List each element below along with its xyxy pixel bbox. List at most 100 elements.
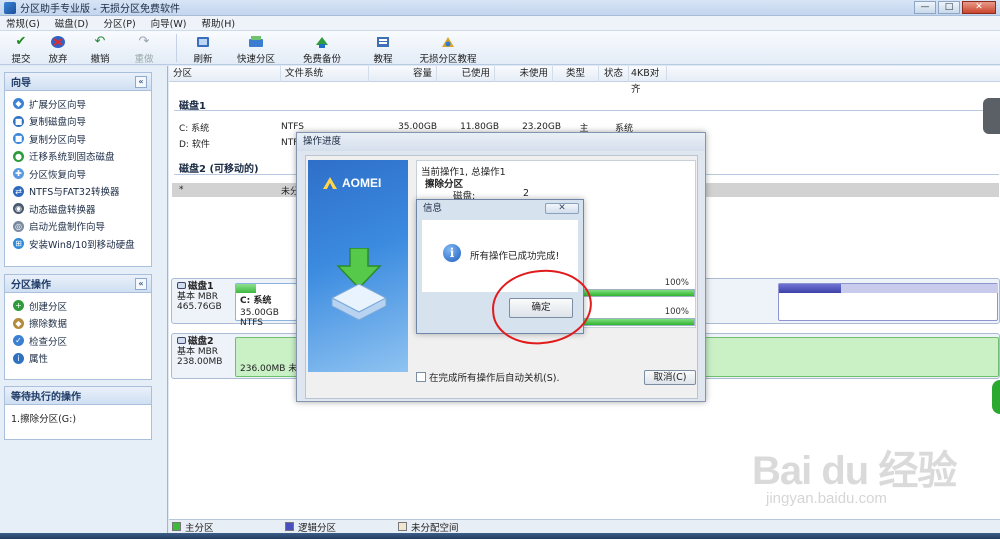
progress1-label: 100% (664, 278, 689, 288)
side-widget[interactable] (983, 98, 1000, 134)
pending-ops-title: 等待执行的操作 (11, 392, 81, 403)
recovery-icon: ✚ (13, 168, 24, 180)
partition-row-unallocated[interactable]: * 未分 (179, 183, 311, 197)
info-message: 所有操作已成功完成! (470, 251, 560, 262)
backup-icon (314, 34, 330, 49)
disk2-info: 磁盘2 基本 MBR 238.00MB (177, 336, 223, 367)
col-capacity[interactable]: 容量 (369, 65, 437, 82)
col-type[interactable]: 类型 (553, 65, 599, 82)
close-button[interactable]: ✕ (962, 1, 996, 14)
partition-table-header: 分区 文件系统 容量 已使用 未使用 类型 状态 4KB对齐 (169, 65, 1000, 95)
window-title: 分区助手专业版 - 无损分区免费软件 (20, 4, 180, 15)
op-create-partition[interactable]: + 创建分区 (5, 297, 151, 315)
windows-icon: ⊞ (13, 238, 24, 250)
refresh-icon (195, 34, 211, 49)
disk2-label: 磁盘2 (可移动的) (179, 164, 259, 175)
legend-logical: 逻辑分区 (285, 520, 395, 534)
partition-c-usage-bar (236, 284, 256, 293)
menu-help[interactable]: 帮助(H) (201, 16, 235, 30)
migrate-icon: ● (13, 150, 24, 162)
disk-icon (177, 282, 186, 289)
op-check-partition[interactable]: ✓ 检查分区 (5, 332, 151, 350)
auto-shutdown-option[interactable]: 在完成所有操作后自动关机(S). (416, 370, 559, 384)
wizard-partition-recovery[interactable]: ✚ 分区恢复向导 (5, 165, 151, 183)
col-filesystem[interactable]: 文件系统 (281, 65, 369, 82)
logical-free-bar (841, 284, 998, 293)
app-icon (4, 1, 16, 14)
legend-unallocated: 未分配空间 (398, 520, 508, 534)
minimize-button[interactable]: — (914, 1, 936, 14)
wizard-extend-partition[interactable]: ◆ 扩展分区向导 (5, 95, 151, 113)
info-icon: i (443, 244, 461, 262)
redo-button[interactable]: ↷ 重做 (122, 31, 166, 65)
partition-ops-title: 分区操作 (11, 280, 51, 291)
collapse-wizard-button[interactable]: « (135, 75, 147, 88)
commit-button[interactable]: ✔ 提交 (4, 31, 38, 65)
menu-partition[interactable]: 分区(P) (104, 16, 136, 30)
disk-icon (177, 337, 186, 344)
lossless-tutorial-button[interactable]: 无损分区教程 (411, 31, 485, 65)
menu-wizard[interactable]: 向导(W) (151, 16, 187, 30)
window-controls: — □ ✕ (914, 1, 996, 14)
diskmap-partition-c[interactable]: C: 系统 35.00GB NTFS (235, 283, 297, 328)
check-icon: ✔ (15, 34, 27, 49)
boot-disc-icon: ◎ (13, 220, 24, 232)
legend-bar: 主分区 逻辑分区 未分配空间 (169, 519, 1000, 534)
lossless-tutorial-icon (440, 34, 456, 49)
tutorial-button[interactable]: 教程 (363, 31, 403, 65)
pending-ops-panel: 等待执行的操作 1.擦除分区(G:) (4, 386, 152, 440)
partition-row-d[interactable]: D: 软件 NTF (179, 136, 311, 150)
tutorial-icon (375, 34, 391, 49)
op-properties[interactable]: i 属性 (5, 350, 151, 368)
wizard-boot-disc[interactable]: ◎ 启动光盘制作向导 (5, 218, 151, 236)
partition-ops-header: 分区操作 « (5, 275, 151, 293)
pending-ops-header: 等待执行的操作 (5, 387, 151, 405)
wizard-copy-partition[interactable]: ■ 复制分区向导 (5, 130, 151, 148)
aomei-mark-icon (323, 177, 337, 189)
progress2-label: 100% (664, 307, 689, 317)
aomei-banner: AOMEI (308, 160, 408, 372)
disk-arrow-icon (330, 248, 388, 320)
refresh-button[interactable]: 刷新 (187, 31, 219, 65)
diskmap-partition-logical[interactable] (778, 283, 998, 321)
unallocated-swatch (398, 522, 407, 531)
wizard-dynamic-disk[interactable]: ◉ 动态磁盘转换器 (5, 200, 151, 218)
ok-button[interactable]: 确定 (509, 298, 573, 318)
quick-partition-icon (248, 34, 264, 49)
col-partition[interactable]: 分区 (169, 65, 281, 82)
aomei-logo: AOMEI (322, 176, 381, 190)
menu-general[interactable]: 常规(G) (6, 16, 40, 30)
menu-disk[interactable]: 磁盘(D) (55, 16, 89, 30)
partition-ops-panel: 分区操作 « + 创建分区 ◆ 擦除数据 ✓ 检查分区 i 属性 (4, 274, 152, 380)
info-close-button[interactable]: ✕ (545, 203, 579, 214)
progress-dialog-title: 操作进度 (297, 133, 705, 151)
auto-shutdown-checkbox[interactable] (416, 372, 426, 382)
info-dialog-body: i 所有操作已成功完成! (422, 220, 578, 292)
collapse-partition-ops-button[interactable]: « (135, 277, 147, 290)
wizard-title: 向导 (11, 78, 31, 89)
col-status[interactable]: 状态 (599, 65, 629, 82)
side-green-widget[interactable] (992, 380, 1000, 414)
logical-usage-bar (779, 284, 841, 293)
cancel-button[interactable]: 取消(C) (644, 370, 696, 385)
wizard-win-to-go[interactable]: ⊞ 安装Win8/10到移动硬盘 (5, 235, 151, 253)
wipe-icon: ◆ (13, 317, 24, 329)
discard-button[interactable]: 放弃 (38, 31, 78, 65)
free-backup-button[interactable]: 免费备份 (293, 31, 351, 65)
check-partition-icon: ✓ (13, 335, 24, 347)
redo-icon: ↷ (138, 34, 150, 49)
col-4k-align[interactable]: 4KB对齐 (629, 65, 667, 95)
disk1-info: 磁盘1 基本 MBR 465.76GB (177, 281, 222, 312)
wizard-migrate-ssd[interactable]: ● 迁移系统到固态磁盘 (5, 148, 151, 166)
col-free[interactable]: 未使用 (495, 65, 553, 82)
quick-partition-button[interactable]: 快速分区 (227, 31, 285, 65)
maximize-button[interactable]: □ (938, 1, 960, 14)
op-wipe-data[interactable]: ◆ 擦除数据 (5, 315, 151, 333)
pending-op-item[interactable]: 1.擦除分区(G:) (5, 405, 151, 425)
undo-button[interactable]: ↶ 撤销 (78, 31, 122, 65)
wizard-ntfs-fat32[interactable]: ⇄ NTFS与FAT32转换器 (5, 183, 151, 201)
dynamic-disk-icon: ◉ (13, 203, 24, 215)
col-used[interactable]: 已使用 (437, 65, 495, 82)
wizard-copy-disk[interactable]: ■ 复制磁盘向导 (5, 113, 151, 131)
logical-swatch (285, 522, 294, 531)
